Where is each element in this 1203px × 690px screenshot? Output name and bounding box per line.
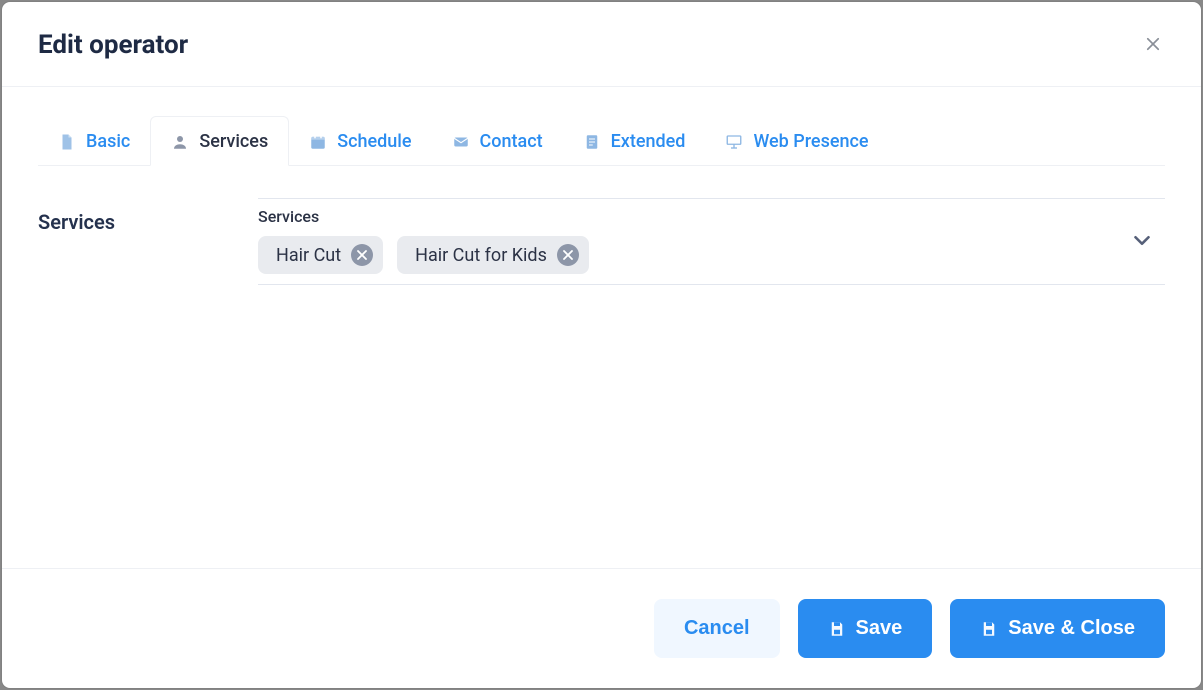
- file-icon: [58, 133, 76, 151]
- envelope-icon: [452, 133, 470, 151]
- modal-header: Edit operator: [2, 2, 1201, 87]
- modal-footer: Cancel Save Save & Close: [2, 568, 1201, 688]
- tab-contact[interactable]: Contact: [432, 117, 563, 165]
- tab-label: Basic: [86, 131, 130, 152]
- field-column: Services Hair Cut Hair Cut for Kids: [258, 198, 1165, 285]
- remove-chip-button[interactable]: [351, 244, 373, 266]
- selected-services: Hair Cut Hair Cut for Kids: [258, 236, 1165, 274]
- button-label: Save: [856, 617, 903, 640]
- chip-label: Hair Cut for Kids: [415, 245, 547, 266]
- modal-title: Edit operator: [38, 30, 188, 60]
- close-icon: [1144, 35, 1162, 56]
- chevron-down-icon: [1129, 241, 1155, 256]
- save-close-button[interactable]: Save & Close: [950, 599, 1165, 658]
- save-icon: [980, 620, 998, 638]
- save-icon: [828, 620, 846, 638]
- section-label: Services: [38, 198, 218, 285]
- edit-operator-modal: Edit operator Basic Services: [2, 2, 1201, 688]
- tab-label: Extended: [611, 131, 686, 152]
- tab-label: Services: [199, 131, 268, 152]
- service-chip: Hair Cut: [258, 236, 383, 274]
- save-button[interactable]: Save: [798, 599, 933, 658]
- field-label: Services: [258, 207, 1165, 226]
- close-button[interactable]: [1141, 33, 1165, 57]
- button-label: Cancel: [684, 617, 750, 640]
- tab-label: Schedule: [337, 131, 411, 152]
- remove-chip-button[interactable]: [557, 244, 579, 266]
- button-label: Save & Close: [1008, 617, 1135, 640]
- close-icon: [357, 248, 367, 263]
- form-area: Services Services Hair Cut: [38, 166, 1165, 285]
- tab-extended[interactable]: Extended: [563, 117, 706, 165]
- modal-body: Basic Services Schedule Contact: [2, 87, 1201, 568]
- services-field[interactable]: Services Hair Cut Hair Cut for Kids: [258, 198, 1165, 285]
- document-icon: [583, 133, 601, 151]
- tabs-bar: Basic Services Schedule Contact: [38, 115, 1165, 166]
- dropdown-toggle[interactable]: [1125, 223, 1159, 260]
- tab-label: Contact: [480, 131, 543, 152]
- tab-web-presence[interactable]: Web Presence: [705, 117, 888, 165]
- tab-services[interactable]: Services: [150, 116, 289, 166]
- tab-schedule[interactable]: Schedule: [289, 117, 431, 165]
- tab-label: Web Presence: [753, 131, 868, 152]
- service-chip: Hair Cut for Kids: [397, 236, 589, 274]
- user-icon: [171, 133, 189, 151]
- close-icon: [563, 248, 573, 263]
- chip-label: Hair Cut: [276, 245, 341, 266]
- tab-basic[interactable]: Basic: [38, 117, 150, 165]
- presentation-icon: [725, 133, 743, 151]
- calendar-icon: [309, 133, 327, 151]
- cancel-button[interactable]: Cancel: [654, 599, 780, 658]
